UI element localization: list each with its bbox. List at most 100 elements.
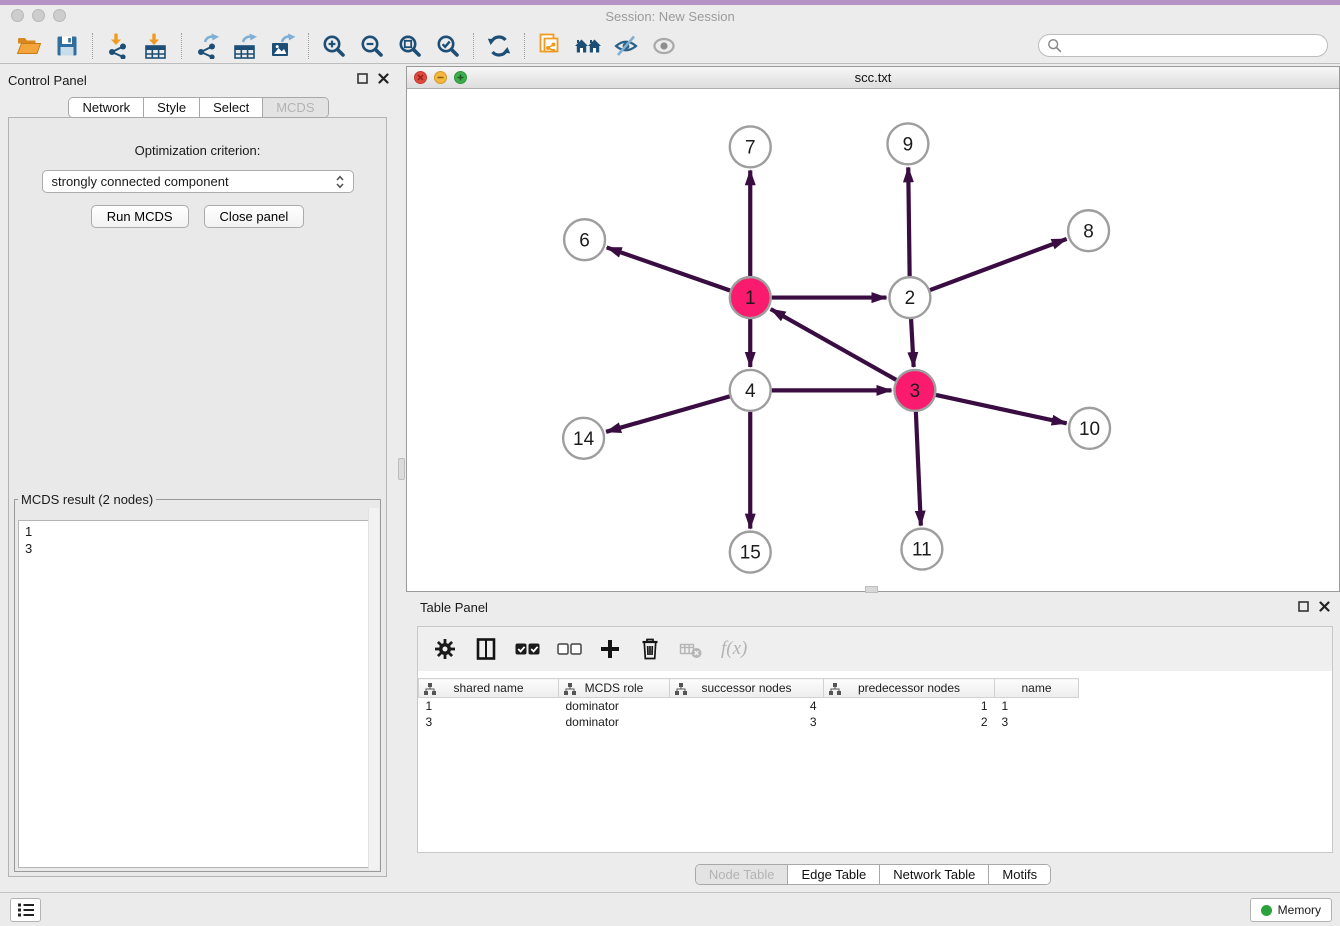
node-2[interactable]: 2 xyxy=(889,277,930,318)
create-column-button[interactable] xyxy=(599,638,621,660)
svg-text:4: 4 xyxy=(745,381,756,402)
node-11[interactable]: 11 xyxy=(901,529,942,570)
node-4[interactable]: 4 xyxy=(730,370,771,411)
show-log-button[interactable] xyxy=(10,898,41,922)
status-bar: Memory xyxy=(0,892,1340,926)
edge-1-6[interactable] xyxy=(607,247,730,290)
table-tabs: Node Table Edge Table Network Table Moti… xyxy=(695,864,1051,885)
edge-2-8[interactable] xyxy=(930,239,1067,290)
column-header-name[interactable]: name xyxy=(995,679,1079,698)
import-network-button[interactable] xyxy=(99,31,137,61)
toolbar-separator xyxy=(473,33,474,59)
zoom-selected-icon xyxy=(435,33,461,59)
delete-table-button[interactable] xyxy=(679,639,702,660)
node-9[interactable]: 9 xyxy=(887,123,928,164)
table-settings-button[interactable] xyxy=(433,637,457,661)
close-panel-icon[interactable] xyxy=(378,73,389,84)
open-session-button[interactable] xyxy=(10,31,48,61)
export-network-button[interactable] xyxy=(188,31,226,61)
zoom-out-button[interactable] xyxy=(353,31,391,61)
vertical-split-divider[interactable] xyxy=(397,64,406,892)
edge-3-11[interactable] xyxy=(916,412,921,526)
mcds-result-text[interactable]: 1 3 xyxy=(18,520,377,868)
node-15[interactable]: 15 xyxy=(730,532,771,573)
export-image-button[interactable] xyxy=(264,31,302,61)
result-scrollbar[interactable] xyxy=(368,508,379,870)
edge-4-14[interactable] xyxy=(606,396,730,431)
node-table: shared name MCDS role successor nodes pr… xyxy=(418,678,1079,730)
tab-mcds[interactable]: MCDS xyxy=(263,98,327,117)
table-header-row[interactable]: shared name MCDS role successor nodes pr… xyxy=(419,679,1079,698)
edge-3-10[interactable] xyxy=(936,395,1067,423)
memory-button[interactable]: Memory xyxy=(1250,898,1332,922)
float-panel-icon[interactable] xyxy=(357,73,368,84)
node-8[interactable]: 8 xyxy=(1068,210,1109,251)
select-all-columns-button[interactable] xyxy=(515,642,540,656)
node-6[interactable]: 6 xyxy=(564,219,605,260)
hierarchy-icon xyxy=(829,683,841,695)
eye-slash-icon xyxy=(613,33,639,59)
column-header-predecessor-nodes[interactable]: predecessor nodes xyxy=(824,679,995,698)
float-panel-icon[interactable] xyxy=(1298,601,1309,612)
import-table-button[interactable] xyxy=(137,31,175,61)
column-header-shared-name[interactable]: shared name xyxy=(419,679,559,698)
network-close-button[interactable] xyxy=(414,71,427,84)
search-input[interactable] xyxy=(1067,38,1319,53)
delete-table-icon xyxy=(679,639,702,660)
control-panel-tabs: Network Style Select MCDS xyxy=(68,97,328,118)
node-3[interactable]: 3 xyxy=(894,370,935,411)
tab-motifs[interactable]: Motifs xyxy=(989,865,1050,884)
save-session-button[interactable] xyxy=(48,31,86,61)
home-icon xyxy=(574,33,602,59)
zoom-in-button[interactable] xyxy=(315,31,353,61)
tab-select[interactable]: Select xyxy=(200,98,263,117)
export-table-icon xyxy=(232,33,258,59)
delete-column-button[interactable] xyxy=(638,637,662,661)
app-title: Session: New Session xyxy=(0,9,1340,24)
tab-node-table[interactable]: Node Table xyxy=(696,865,789,884)
bird-eye-view-button[interactable] xyxy=(645,31,683,61)
network-maximize-button[interactable] xyxy=(454,71,467,84)
show-column-panel-button[interactable] xyxy=(474,637,498,661)
table-row[interactable]: 3dominator323 xyxy=(419,714,1079,730)
network-window-titlebar[interactable]: scc.txt xyxy=(407,67,1339,89)
run-mcds-button[interactable]: Run MCDS xyxy=(91,205,189,228)
criterion-select[interactable]: strongly connected component xyxy=(42,170,354,193)
node-1[interactable]: 1 xyxy=(730,277,771,318)
function-builder-button[interactable]: f(x) xyxy=(721,638,747,660)
horizontal-divider-handle[interactable] xyxy=(865,586,878,593)
deselect-all-columns-button[interactable] xyxy=(557,642,582,656)
column-header-mcds-role[interactable]: MCDS role xyxy=(559,679,670,698)
node-7[interactable]: 7 xyxy=(730,126,771,167)
tab-style[interactable]: Style xyxy=(144,98,200,117)
table-panel: Table Panel f(x) shared name MCDS role s… xyxy=(406,596,1340,888)
nested-networks-button[interactable] xyxy=(569,31,607,61)
edge-2-3[interactable] xyxy=(911,319,914,367)
network-minimize-button[interactable] xyxy=(434,71,447,84)
tab-edge-table[interactable]: Edge Table xyxy=(788,865,880,884)
unchecked-boxes-icon xyxy=(557,642,582,656)
zoom-selected-button[interactable] xyxy=(429,31,467,61)
close-panel-button[interactable]: Close panel xyxy=(204,205,305,228)
zoom-out-icon xyxy=(359,33,385,59)
hide-graphics-details-button[interactable] xyxy=(607,31,645,61)
node-14[interactable]: 14 xyxy=(563,418,604,459)
mcds-result-group: MCDS result (2 nodes) 1 3 xyxy=(14,492,381,872)
refresh-layout-button[interactable] xyxy=(480,31,518,61)
column-header-successor-nodes[interactable]: successor nodes xyxy=(670,679,824,698)
clone-network-button[interactable] xyxy=(531,31,569,61)
search-box[interactable] xyxy=(1038,34,1328,57)
svg-text:6: 6 xyxy=(579,230,590,251)
network-canvas[interactable]: 1 2 3 4 6 7 8 9 10 11 14 15 xyxy=(407,90,1339,591)
save-icon xyxy=(55,34,79,58)
divider-handle[interactable] xyxy=(398,458,405,480)
table-row[interactable]: 1dominator411 xyxy=(419,698,1079,714)
zoom-fit-button[interactable] xyxy=(391,31,429,61)
edge-2-9[interactable] xyxy=(908,167,909,276)
tab-network-table[interactable]: Network Table xyxy=(880,865,989,884)
node-10[interactable]: 10 xyxy=(1069,408,1110,449)
edge-3-1[interactable] xyxy=(771,309,897,380)
tab-network[interactable]: Network xyxy=(69,98,144,117)
close-panel-icon[interactable] xyxy=(1319,601,1330,612)
export-table-button[interactable] xyxy=(226,31,264,61)
